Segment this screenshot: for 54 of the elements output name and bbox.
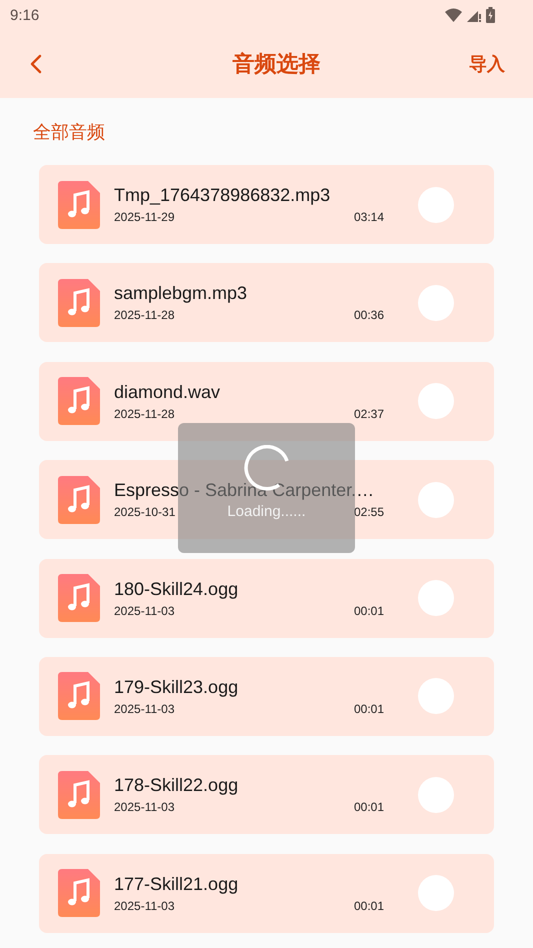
file-duration: 00:01 — [354, 604, 384, 618]
file-date: 2025-11-03 — [114, 898, 174, 913]
music-file-icon — [58, 180, 100, 228]
file-duration: 00:01 — [354, 702, 384, 716]
music-file-icon — [58, 476, 100, 524]
music-file-icon — [58, 278, 100, 327]
select-radio[interactable] — [418, 875, 454, 912]
select-radio[interactable] — [418, 186, 454, 222]
file-name: Tmp_1764378986832.mp3 — [114, 185, 332, 206]
audio-file-card[interactable]: 177-Skill21.ogg 2025-11-03 00:01 — [39, 854, 494, 933]
file-name: 180-Skill24.ogg — [114, 578, 240, 600]
select-radio[interactable] — [418, 776, 454, 813]
file-name: samplebgm.mp3 — [114, 283, 248, 304]
file-date: 2025-11-28 — [114, 308, 174, 322]
audio-file-card[interactable]: samplebgm.mp3 2025-11-28 00:36 — [39, 263, 494, 342]
select-radio[interactable] — [418, 580, 454, 616]
select-radio[interactable] — [418, 678, 454, 714]
select-radio[interactable] — [418, 482, 454, 518]
file-duration: 02:37 — [354, 406, 384, 421]
file-date: 2025-11-03 — [114, 800, 174, 814]
file-date: 2025-11-29 — [114, 210, 174, 224]
music-file-icon — [58, 574, 100, 622]
music-file-icon — [58, 672, 100, 720]
file-duration: 02:55 — [354, 505, 384, 520]
wifi-icon — [445, 8, 462, 22]
file-name: diamond.wav — [114, 382, 222, 403]
music-file-icon — [58, 869, 100, 918]
file-date: 2025-11-03 — [114, 604, 174, 618]
back-button[interactable] — [28, 52, 44, 76]
file-duration: 00:36 — [354, 308, 384, 322]
battery-icon — [486, 7, 495, 23]
page-title: 音频选择 — [232, 50, 320, 78]
file-duration: 00:01 — [354, 800, 384, 814]
audio-file-card[interactable]: 178-Skill22.ogg 2025-11-03 00:01 — [39, 755, 494, 834]
audio-file-card[interactable]: Tmp_1764378986832.mp3 2025-11-29 03:14 — [39, 165, 494, 244]
select-radio[interactable] — [418, 284, 454, 321]
import-button[interactable]: 导入 — [469, 52, 505, 76]
select-radio[interactable] — [418, 383, 454, 420]
music-file-icon — [58, 377, 100, 426]
file-date: 2025-10-31 — [114, 505, 176, 520]
file-date: 2025-11-03 — [114, 702, 174, 716]
audio-file-card[interactable]: diamond.wav 2025-11-28 02:37 — [39, 362, 494, 441]
audio-file-card[interactable]: 179-Skill23.ogg 2025-11-03 00:01 — [39, 656, 494, 736]
loading-text: Loading...... — [227, 503, 306, 520]
status-time: 9:16 — [10, 6, 40, 24]
audio-file-card[interactable]: 180-Skill24.ogg 2025-11-03 00:01 — [39, 558, 494, 638]
music-file-icon — [58, 770, 100, 819]
section-title: 全部音频 — [32, 121, 106, 143]
file-name: 179-Skill23.ogg — [114, 676, 240, 698]
file-name: 177-Skill21.ogg — [114, 874, 240, 895]
file-duration: 00:01 — [354, 898, 384, 913]
file-name: 178-Skill22.ogg — [114, 775, 240, 796]
file-duration: 03:14 — [354, 210, 384, 224]
file-date: 2025-11-28 — [114, 406, 174, 421]
